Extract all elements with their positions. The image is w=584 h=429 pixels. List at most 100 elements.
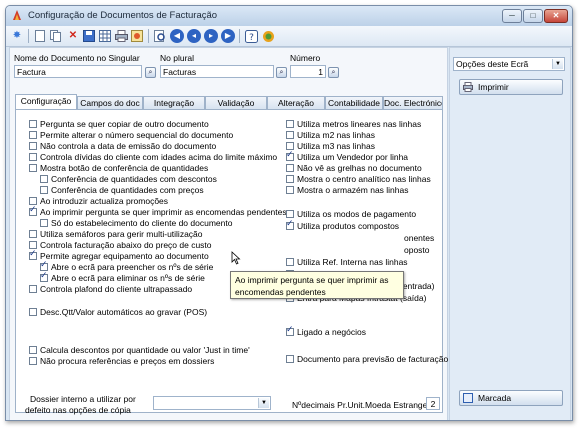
print-button[interactable]: Imprimir — [459, 79, 563, 95]
checkbox-box[interactable] — [29, 307, 37, 316]
checkbox-box[interactable] — [286, 119, 294, 128]
checkbox-box[interactable] — [286, 163, 294, 172]
minimize-button[interactable]: ─ — [502, 9, 522, 23]
checkbox-box[interactable] — [29, 152, 37, 161]
name-plural-lookup-icon[interactable]: ⌕ — [276, 67, 287, 78]
refresh-icon[interactable] — [261, 29, 275, 43]
right-checkbox-15[interactable]: Ligado a negócios — [286, 325, 366, 337]
checkbox-box[interactable] — [286, 150, 294, 161]
checkbox-box[interactable] — [286, 257, 294, 266]
right-checkbox-1[interactable]: Utiliza m2 nas linhas — [286, 129, 375, 140]
number-input[interactable]: 1 — [290, 65, 326, 78]
name-singular-input[interactable]: Factura — [14, 65, 142, 78]
left-checkbox-10[interactable]: Utiliza semáforos para gerir multi-utili… — [29, 228, 203, 239]
left-checkbox-5[interactable]: Conferência de quantidades com descontos — [40, 173, 217, 184]
left-checkbox-15[interactable]: Controla plafond do cliente ultrapassado — [29, 283, 192, 294]
checkbox-box[interactable] — [40, 218, 48, 227]
maximize-button[interactable]: □ — [523, 9, 543, 23]
right-checkbox-8[interactable]: Utiliza produtos compostos — [286, 219, 399, 231]
checkbox-box[interactable] — [29, 240, 37, 249]
delete-icon[interactable]: ✕ — [66, 29, 80, 43]
last-record-icon[interactable]: ▶ — [221, 29, 235, 43]
left-checkbox-4[interactable]: Mostra botão de conferência de quantidad… — [29, 162, 208, 173]
left-checkbox-9[interactable]: Só do estabelecimento do cliente do docu… — [40, 217, 232, 228]
left-checkbox-7[interactable]: Ao introduzir actualiza promoções — [29, 195, 168, 206]
new-document-icon[interactable] — [33, 29, 47, 43]
screen-options-select[interactable]: Opções deste Ecrã ▼ — [453, 57, 565, 71]
print-icon[interactable] — [114, 29, 128, 43]
next-record-icon[interactable]: ▸ — [204, 29, 218, 43]
left-checkbox-13[interactable]: Abre o ecrã para preencher os nºs de sér… — [40, 260, 213, 272]
checkbox-box[interactable] — [29, 356, 37, 365]
copy-document-icon[interactable] — [49, 29, 63, 43]
number-lookup-icon[interactable]: ⌕ — [328, 67, 339, 78]
checkbox-box[interactable] — [286, 209, 294, 218]
checkbox-box[interactable] — [286, 354, 294, 363]
left-checkbox-17[interactable]: Calcula descontos por quantidade ou valo… — [29, 344, 250, 355]
checkbox-box[interactable] — [29, 249, 37, 260]
checkbox-box[interactable] — [40, 260, 48, 271]
checkbox-box[interactable] — [29, 119, 37, 128]
checkbox-box[interactable] — [40, 185, 48, 194]
right-checkbox-16[interactable]: Documento para previsão de facturação — [286, 353, 448, 364]
checkbox-box[interactable] — [286, 174, 294, 183]
help-icon[interactable]: ? — [244, 29, 258, 43]
right-checkbox-9[interactable]: onentes — [404, 232, 434, 243]
preview-icon[interactable] — [153, 29, 167, 43]
left-checkbox-14[interactable]: Abre o ecrã para eliminar os nºs de séri… — [40, 271, 205, 283]
tab-integracao[interactable]: Integração — [143, 96, 205, 109]
left-checkbox-11[interactable]: Controla facturação abaixo do preço de c… — [29, 239, 212, 250]
checkbox-box[interactable] — [29, 163, 37, 172]
save-icon[interactable] — [82, 29, 96, 43]
checkbox-box[interactable] — [29, 229, 37, 238]
right-checkbox-5[interactable]: Mostra o centro analítico nas linhas — [286, 173, 431, 184]
checkbox-box[interactable] — [40, 174, 48, 183]
tab-configuracao[interactable]: Configuração — [15, 94, 77, 109]
checkbox-box[interactable] — [286, 141, 294, 150]
grid-icon[interactable] — [98, 29, 112, 43]
image-icon[interactable] — [130, 29, 144, 43]
left-checkbox-6[interactable]: Conferência de quantidades com preços — [40, 184, 204, 195]
checkbox-box[interactable] — [286, 130, 294, 139]
right-checkbox-4[interactable]: Não vê as grelhas no documento — [286, 162, 422, 173]
checkbox-box[interactable] — [286, 325, 294, 336]
tab-validacao[interactable]: Validação — [205, 96, 267, 109]
name-plural-input[interactable]: Facturas — [160, 65, 274, 78]
checkbox-box[interactable] — [29, 196, 37, 205]
checkbox-box[interactable] — [29, 130, 37, 139]
checkbox-box[interactable] — [286, 219, 294, 230]
marked-button[interactable]: Marcada — [459, 390, 563, 406]
tab-alteracao[interactable]: Alteração — [267, 96, 325, 109]
first-record-icon[interactable]: ◀ — [170, 29, 184, 43]
left-checkbox-12[interactable]: Permite agregar equipamento ao documento — [29, 249, 209, 261]
left-checkbox-1[interactable]: Permite alterar o número sequencial do d… — [29, 129, 233, 140]
left-checkbox-18[interactable]: Não procura referências e preços em doss… — [29, 355, 214, 366]
right-checkbox-10[interactable]: oposto — [404, 244, 430, 255]
right-checkbox-2[interactable]: Utiliza m3 nas linhas — [286, 140, 375, 151]
right-checkbox-6[interactable]: Mostra o armazém nas linhas — [286, 184, 409, 195]
star-icon[interactable]: ✸ — [10, 29, 24, 43]
checkbox-box[interactable] — [29, 345, 37, 354]
tab-doc-electronico[interactable]: Doc. Electrónico — [383, 96, 443, 109]
left-checkbox-3[interactable]: Controla dívidas do cliente com idades a… — [29, 151, 277, 162]
left-checkbox-2[interactable]: Não controla a data de emissão do docume… — [29, 140, 216, 151]
tab-contabilidade[interactable]: Contabilidade — [325, 96, 383, 109]
left-checkbox-0[interactable]: Pergunta se quer copiar de outro documen… — [29, 118, 209, 129]
checkbox-box[interactable] — [29, 284, 37, 293]
tab-campos-do-doc[interactable]: Campos do doc — [77, 96, 143, 109]
right-checkbox-3[interactable]: Utiliza um Vendedor por linha — [286, 150, 408, 162]
dossier-select[interactable]: ▼ — [153, 396, 271, 410]
right-checkbox-7[interactable]: Utiliza os modos de pagamento — [286, 208, 416, 219]
right-checkbox-11[interactable]: Utiliza Ref. Interna nas linhas — [286, 256, 408, 267]
checkbox-box[interactable] — [40, 271, 48, 282]
name-singular-lookup-icon[interactable]: ⌕ — [145, 67, 156, 78]
checkbox-box[interactable] — [29, 141, 37, 150]
right-checkbox-0[interactable]: Utiliza metros lineares nas linhas — [286, 118, 421, 129]
checkbox-box[interactable] — [29, 205, 37, 216]
left-checkbox-16[interactable]: Desc.Qtt/Valor automáticos ao gravar (PO… — [29, 306, 207, 317]
checkbox-box[interactable] — [286, 185, 294, 194]
previous-record-icon[interactable]: ◂ — [187, 29, 201, 43]
decimals-input[interactable]: 2 — [426, 397, 440, 410]
close-button[interactable]: ✕ — [544, 9, 568, 23]
left-checkbox-8[interactable]: Ao imprimir pergunta se quer imprimir as… — [29, 205, 287, 217]
